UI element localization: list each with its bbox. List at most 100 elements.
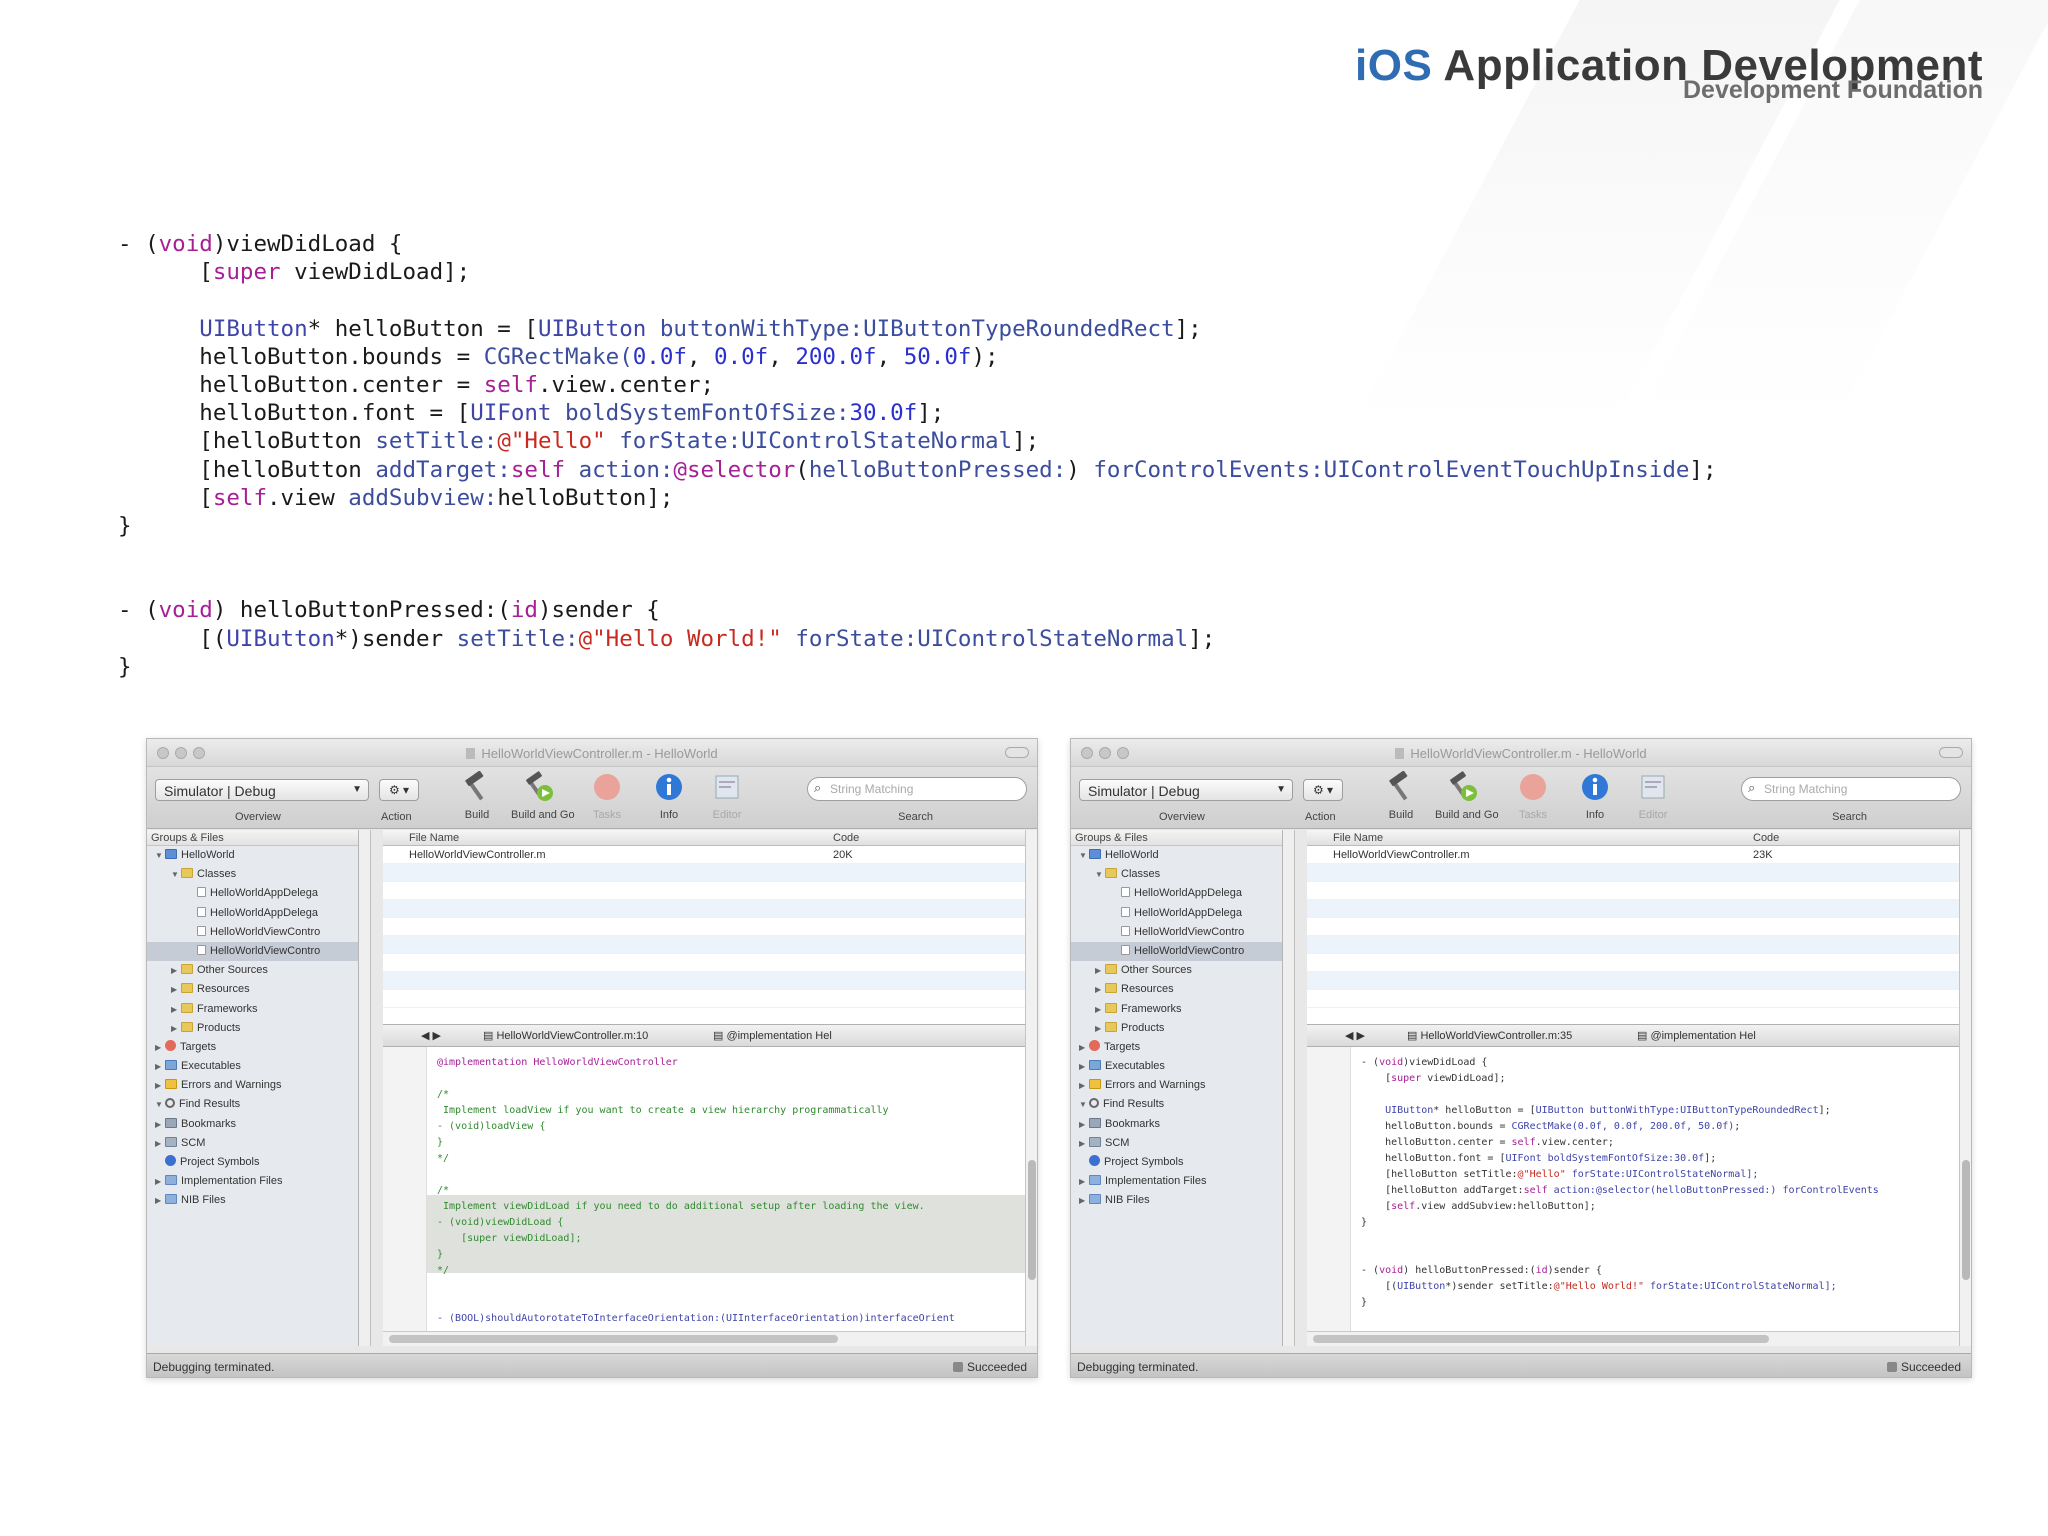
disclosure-triangle-icon[interactable]: ▶: [1079, 1172, 1089, 1191]
sidebar-item[interactable]: ▶ NIB Files: [147, 1191, 358, 1210]
disclosure-triangle-icon[interactable]: ▶: [1095, 1019, 1105, 1038]
sidebar-item[interactable]: ▶ Bookmarks: [147, 1115, 358, 1134]
sidebar-item[interactable]: ▶ Products: [1071, 1019, 1282, 1038]
disclosure-triangle-icon[interactable]: ▶: [1079, 1076, 1089, 1095]
disclosure-triangle-icon[interactable]: ▶: [171, 980, 181, 999]
sidebar-item[interactable]: ▶ Implementation Files: [147, 1172, 358, 1191]
search-input[interactable]: ⌕ String Matching: [807, 777, 1027, 801]
column-code[interactable]: Code: [1753, 832, 1779, 844]
toolbar-button-build[interactable]: Build: [1373, 770, 1429, 821]
toolbar-button-editor[interactable]: Editor: [1625, 771, 1681, 821]
column-file-name[interactable]: File Name: [409, 832, 459, 844]
disclosure-triangle-icon[interactable]: ▶: [155, 1172, 165, 1191]
sidebar-item[interactable]: ▼ HelloWorld: [147, 846, 358, 865]
horizontal-scrollbar[interactable]: [383, 1331, 1025, 1346]
disclosure-triangle-icon[interactable]: ▶: [1079, 1038, 1089, 1057]
sidebar-item[interactable]: ▶ Executables: [1071, 1057, 1282, 1076]
disclosure-triangle-icon[interactable]: ▶: [171, 1019, 181, 1038]
toolbar-button-editor[interactable]: Editor: [699, 771, 755, 821]
disclosure-triangle-icon[interactable]: ▶: [155, 1134, 165, 1153]
file-list-row[interactable]: HelloWorldViewController.m 20K: [383, 846, 1025, 864]
sidebar-item[interactable]: ▶ Targets: [147, 1038, 358, 1057]
disclosure-triangle-icon[interactable]: ▼: [171, 865, 181, 884]
toolbar-button-info[interactable]: Info: [1567, 771, 1623, 821]
sidebar-item[interactable]: HelloWorldAppDelega: [1071, 904, 1282, 923]
scrollbar-thumb[interactable]: [1028, 1160, 1036, 1280]
sidebar-item[interactable]: ▶ Other Sources: [147, 961, 358, 980]
sidebar-item[interactable]: HelloWorldViewContro: [1071, 941, 1282, 962]
disclosure-triangle-icon[interactable]: ▶: [171, 961, 181, 980]
sidebar-item[interactable]: ▼ Find Results: [1071, 1095, 1282, 1114]
sidebar-item[interactable]: ▶ Executables: [147, 1057, 358, 1076]
disclosure-triangle-icon[interactable]: ▶: [155, 1115, 165, 1134]
disclosure-triangle-icon[interactable]: ▶: [1079, 1057, 1089, 1076]
disclosure-triangle-icon[interactable]: ▶: [1079, 1134, 1089, 1153]
disclosure-triangle-icon[interactable]: ▼: [155, 1095, 165, 1114]
sidebar-item[interactable]: ▶ Errors and Warnings: [1071, 1076, 1282, 1095]
sidebar-item[interactable]: HelloWorldAppDelega: [1071, 884, 1282, 903]
back-forward-buttons[interactable]: ◀ ▶: [1345, 1029, 1365, 1042]
toolbar-toggle-button[interactable]: [1005, 747, 1029, 758]
sidebar-item[interactable]: ▶ Resources: [147, 980, 358, 999]
action-menu-button[interactable]: ⚙ ▾: [1303, 779, 1343, 801]
disclosure-triangle-icon[interactable]: ▶: [1079, 1115, 1089, 1134]
column-file-name[interactable]: File Name: [1333, 832, 1383, 844]
sidebar-item[interactable]: HelloWorldViewContro: [147, 923, 358, 942]
sidebar-item[interactable]: ▶ SCM: [147, 1134, 358, 1153]
toolbar-button-tasks[interactable]: Tasks: [579, 771, 635, 821]
column-code[interactable]: Code: [833, 832, 859, 844]
code-editor[interactable]: - (void)viewDidLoad { [super viewDidLoad…: [1307, 1047, 1959, 1346]
toolbar-button-build[interactable]: Build: [449, 770, 505, 821]
scrollbar-thumb[interactable]: [389, 1335, 839, 1343]
horizontal-scrollbar[interactable]: [1307, 1331, 1959, 1346]
sidebar-item[interactable]: HelloWorldViewContro: [1071, 923, 1282, 942]
sidebar-item[interactable]: ▼ Classes: [147, 865, 358, 884]
scrollbar-thumb[interactable]: [1962, 1160, 1970, 1280]
sidebar-item[interactable]: ▶ Implementation Files: [1071, 1172, 1282, 1191]
sidebar-item[interactable]: HelloWorldAppDelega: [147, 884, 358, 903]
disclosure-triangle-icon[interactable]: ▼: [155, 846, 165, 865]
sidebar-item[interactable]: Project Symbols: [1071, 1153, 1282, 1172]
sidebar-item[interactable]: ▶ SCM: [1071, 1134, 1282, 1153]
vertical-scrollbar[interactable]: [1025, 830, 1037, 1346]
toolbar-button-info[interactable]: Info: [641, 771, 697, 821]
sidebar-item[interactable]: ▶ Targets: [1071, 1038, 1282, 1057]
toolbar-toggle-button[interactable]: [1939, 747, 1963, 758]
action-menu-button[interactable]: ⚙ ▾: [379, 779, 419, 801]
search-input[interactable]: ⌕ String Matching: [1741, 777, 1961, 801]
sidebar-item[interactable]: ▶ Other Sources: [1071, 961, 1282, 980]
scheme-select[interactable]: Simulator | Debug ▼: [1079, 779, 1293, 801]
disclosure-triangle-icon[interactable]: ▶: [1095, 961, 1105, 980]
vertical-scrollbar[interactable]: [1959, 830, 1971, 1346]
sidebar-item[interactable]: ▼ Find Results: [147, 1095, 358, 1114]
sidebar-scrollbar[interactable]: [1283, 830, 1295, 1346]
scheme-select[interactable]: Simulator | Debug ▼: [155, 779, 369, 801]
disclosure-triangle-icon[interactable]: ▼: [1095, 865, 1105, 884]
disclosure-triangle-icon[interactable]: ▼: [1079, 846, 1089, 865]
sidebar-item[interactable]: ▶ Frameworks: [147, 1000, 358, 1019]
file-list-row[interactable]: HelloWorldViewController.m 23K: [1307, 846, 1959, 864]
back-forward-buttons[interactable]: ◀ ▶: [421, 1029, 441, 1042]
sidebar-item[interactable]: ▶ Frameworks: [1071, 1000, 1282, 1019]
disclosure-triangle-icon[interactable]: ▶: [1079, 1191, 1089, 1210]
disclosure-triangle-icon[interactable]: ▶: [155, 1191, 165, 1210]
disclosure-triangle-icon[interactable]: ▶: [155, 1038, 165, 1057]
sidebar-item[interactable]: ▶ NIB Files: [1071, 1191, 1282, 1210]
sidebar-item[interactable]: HelloWorldAppDelega: [147, 904, 358, 923]
toolbar-button-tasks[interactable]: Tasks: [1505, 771, 1561, 821]
sidebar-item[interactable]: ▶ Resources: [1071, 980, 1282, 999]
editor-symbol-popup[interactable]: ▤ @implementation Hel: [713, 1029, 832, 1042]
disclosure-triangle-icon[interactable]: ▶: [1095, 980, 1105, 999]
sidebar-item[interactable]: ▶ Bookmarks: [1071, 1115, 1282, 1134]
code-editor[interactable]: @implementation HelloWorldViewController…: [383, 1047, 1025, 1346]
scrollbar-thumb[interactable]: [1313, 1335, 1770, 1343]
disclosure-triangle-icon[interactable]: ▶: [155, 1057, 165, 1076]
disclosure-triangle-icon[interactable]: ▶: [171, 1000, 181, 1019]
sidebar-item[interactable]: HelloWorldViewContro: [147, 941, 358, 962]
toolbar-button-build-and-go[interactable]: Build and Go: [1435, 771, 1499, 821]
disclosure-triangle-icon[interactable]: ▼: [1079, 1095, 1089, 1114]
editor-file-popup[interactable]: ▤ HelloWorldViewController.m:10: [483, 1029, 648, 1042]
sidebar-item[interactable]: ▶ Errors and Warnings: [147, 1076, 358, 1095]
sidebar-item[interactable]: ▼ HelloWorld: [1071, 846, 1282, 865]
sidebar-item[interactable]: ▶ Products: [147, 1019, 358, 1038]
